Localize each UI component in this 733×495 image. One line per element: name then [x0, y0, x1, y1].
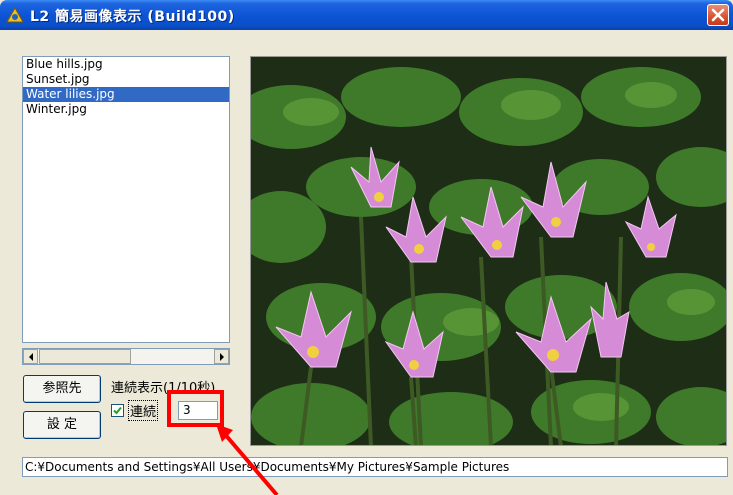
- app-icon: [6, 6, 24, 24]
- window-title: L2 簡易画像表示 (Build100): [30, 9, 235, 25]
- close-icon: [711, 8, 725, 22]
- close-button[interactable]: [707, 4, 729, 26]
- window-client: Blue hills.jpg Sunset.jpg Water lilies.j…: [0, 30, 733, 495]
- title-bar[interactable]: L2 簡易画像表示 (Build100): [0, 0, 733, 30]
- pointer-arrow: [216, 424, 279, 495]
